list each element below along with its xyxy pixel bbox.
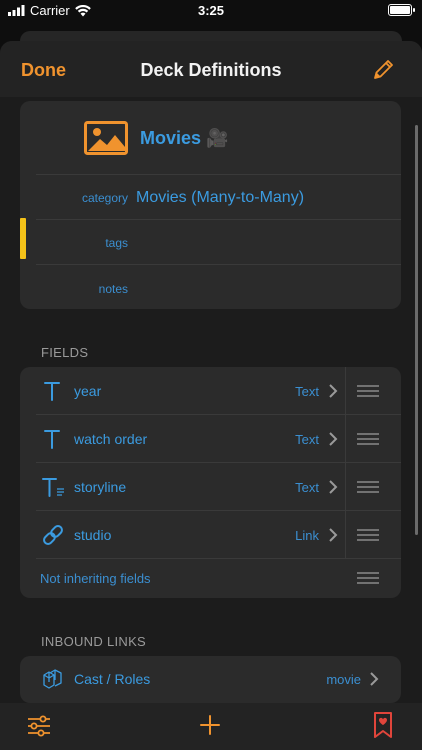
drag-handle-icon[interactable]	[357, 572, 379, 584]
divider	[345, 511, 346, 559]
sliders-icon[interactable]	[27, 715, 51, 737]
link-name: Cast / Roles	[74, 671, 151, 687]
status-time: 3:25	[197, 3, 225, 18]
tags-label[interactable]: tags	[105, 236, 128, 250]
chevron-right-icon	[329, 384, 338, 398]
field-name: year	[74, 383, 102, 399]
scrollbar[interactable]	[415, 125, 418, 535]
page-title: Deck Definitions	[140, 60, 282, 80]
link-field: movie	[326, 672, 361, 687]
category-label: category	[81, 191, 128, 205]
drag-handle-icon[interactable]	[357, 433, 379, 445]
cube-stack-icon	[43, 669, 62, 689]
inbound-links-card: Cast / Roles movie	[20, 656, 401, 703]
divider	[345, 463, 346, 511]
field-row-watch-order[interactable]: watch order Text	[20, 415, 401, 463]
drag-handle-icon[interactable]	[357, 385, 379, 397]
inbound-links-section-title: INBOUND LINKS	[41, 634, 147, 649]
field-row-year[interactable]: year Text	[20, 367, 401, 415]
plus-icon[interactable]	[199, 714, 221, 736]
field-type: Link	[295, 528, 319, 543]
chevron-right-icon	[370, 672, 379, 686]
field-type: Text	[295, 384, 319, 399]
deck-name[interactable]: Movies 🎥	[140, 128, 228, 149]
text-type-icon	[44, 430, 60, 449]
divider	[36, 264, 401, 265]
chevron-right-icon	[329, 432, 338, 446]
field-row-studio[interactable]: studio Link	[20, 511, 401, 559]
chevron-right-icon	[329, 480, 338, 494]
chevron-right-icon	[329, 528, 338, 542]
category-value[interactable]: Movies (Many-to-Many)	[136, 189, 304, 207]
pencil-icon[interactable]	[372, 57, 396, 81]
inbound-link-row-cast-roles[interactable]: Cast / Roles movie	[20, 656, 401, 703]
drag-handle-icon[interactable]	[357, 529, 379, 541]
bookmark-icon[interactable]	[373, 712, 393, 738]
fields-card: year Text watch order Text storyline Tex…	[20, 367, 401, 598]
fields-section-title: FIELDS	[41, 345, 89, 360]
field-name: studio	[74, 527, 112, 543]
link-type-icon	[43, 525, 63, 545]
divider	[36, 219, 401, 220]
field-type: Text	[295, 432, 319, 447]
battery-icon	[388, 4, 415, 16]
selection-marker	[20, 218, 26, 259]
field-name: watch order	[74, 431, 148, 447]
image-icon[interactable]	[84, 121, 128, 155]
navigation-bar: Done Deck Definitions	[0, 41, 422, 97]
inherit-fields-label: Not inheriting fields	[40, 571, 151, 586]
notes-label[interactable]: notes	[99, 282, 128, 296]
divider	[345, 415, 346, 463]
long-text-type-icon	[42, 478, 64, 497]
drag-handle-icon[interactable]	[357, 481, 379, 493]
status-bar: Carrier 3:25	[0, 0, 422, 22]
divider	[36, 174, 401, 175]
divider	[345, 367, 346, 415]
inherit-fields-row[interactable]: Not inheriting fields	[20, 559, 401, 598]
text-type-icon	[44, 382, 60, 401]
field-type: Text	[295, 480, 319, 495]
field-row-storyline[interactable]: storyline Text	[20, 463, 401, 511]
deck-header-card: Movies 🎥 category Movies (Many-to-Many) …	[20, 101, 401, 309]
deck-definitions-sheet: Done Deck Definitions Movies 🎥 category …	[0, 41, 422, 750]
bottom-toolbar	[0, 703, 422, 750]
field-name: storyline	[74, 479, 127, 495]
